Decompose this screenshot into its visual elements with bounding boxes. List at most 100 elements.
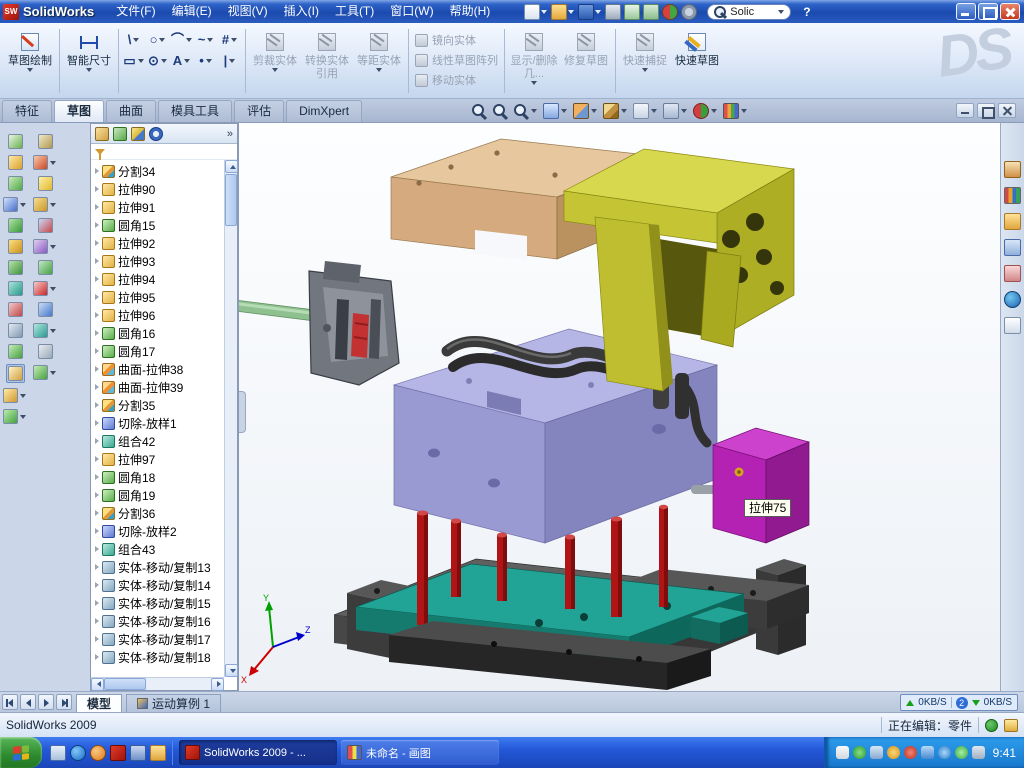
feature-tree-item[interactable]: 实体-移动/复制13 (91, 558, 237, 576)
gold-clamp-button[interactable] (32, 196, 58, 213)
move-entities-button[interactable]: 移动实体 (412, 70, 501, 90)
feature-tree-item[interactable]: 圆角15 (91, 216, 237, 234)
dropdown-arrow-icon[interactable] (651, 109, 657, 113)
feature-tree-item[interactable]: 分割34 (91, 162, 237, 180)
feature-tree-item[interactable]: 拉伸96 (91, 306, 237, 324)
offset-entities-button[interactable]: 等距实体 (353, 27, 405, 95)
appearances-scenes-icon[interactable] (1004, 291, 1021, 308)
yellow-arrows-button[interactable] (37, 175, 54, 192)
dropdown-arrow-icon[interactable] (207, 38, 213, 42)
feature-tree-item[interactable]: 曲面-拉伸38 (91, 360, 237, 378)
tab-评估[interactable]: 评估 (234, 100, 284, 122)
messenger-icon[interactable] (955, 746, 968, 759)
model-tab-1[interactable]: 模型 (76, 694, 122, 713)
scroll-down-button[interactable] (225, 664, 238, 677)
tree-vertical-scrollbar[interactable] (224, 160, 237, 677)
teal-cross-button[interactable] (7, 280, 24, 297)
custom-properties-icon[interactable] (1004, 317, 1021, 334)
prev-tab-button[interactable] (20, 694, 36, 710)
feature-tree-item[interactable]: 组合42 (91, 432, 237, 450)
my-computer-icon[interactable] (130, 745, 146, 761)
feature-tree-item[interactable]: 圆角16 (91, 324, 237, 342)
dropdown-arrow-icon[interactable] (50, 329, 56, 333)
section-view-button[interactable] (572, 102, 599, 120)
zoom-button[interactable] (512, 102, 539, 120)
titlebar-new-document-button[interactable] (524, 4, 548, 20)
gray-pencil-button[interactable] (37, 343, 54, 360)
display-style-button[interactable] (632, 102, 659, 120)
mirror-entities-button[interactable]: 镜向实体 (412, 30, 501, 50)
feature-tree-item[interactable]: 拉伸97 (91, 450, 237, 468)
zoom-fit-button[interactable] (470, 102, 488, 120)
dropdown-arrow-icon[interactable] (27, 68, 33, 72)
expand-arrow-icon[interactable] (95, 600, 99, 606)
line-button[interactable]: \ (122, 29, 146, 50)
rectangle-button[interactable]: ▭ (122, 50, 146, 71)
dropdown-arrow-icon[interactable] (376, 68, 382, 72)
sketch-pencil-button[interactable] (6, 364, 25, 383)
tab-DimXpert[interactable]: DimXpert (286, 100, 362, 122)
menu-item[interactable]: 文件(F) (108, 0, 163, 23)
zoom-area-button[interactable] (491, 102, 509, 120)
expand-arrow-icon[interactable] (95, 510, 99, 516)
red-gold-block-button[interactable] (32, 154, 58, 171)
part-document-button[interactable] (7, 133, 24, 150)
expand-arrow-icon[interactable] (95, 222, 99, 228)
model-tab-2[interactable]: 运动算例 1 (126, 694, 221, 713)
ellipse-button[interactable]: ⊙ (146, 50, 170, 71)
feature-tree-item[interactable]: 实体-移动/复制18 (91, 648, 237, 666)
menu-item[interactable]: 插入(I) (276, 0, 327, 23)
edit-appearance-button[interactable] (692, 102, 719, 120)
smart-dimension-button[interactable]: 智能尺寸 (63, 27, 115, 95)
graphics-icon[interactable] (853, 746, 866, 759)
home-icon[interactable] (1004, 161, 1021, 178)
feature-tree-item[interactable]: 实体-移动/复制15 (91, 594, 237, 612)
solidworks-icon[interactable] (110, 745, 126, 761)
solidworks-search-icon[interactable] (1004, 239, 1021, 256)
document-minimize-button[interactable] (956, 103, 974, 118)
tree-horizontal-scrollbar[interactable] (91, 677, 224, 690)
configuration-manager-icon[interactable] (131, 127, 145, 141)
titlebar-options-button[interactable] (681, 4, 697, 20)
tab-曲面[interactable]: 曲面 (106, 100, 156, 122)
dropdown-arrow-icon[interactable] (642, 68, 648, 72)
datum-target-button[interactable] (37, 217, 54, 234)
dropdown-arrow-icon[interactable] (161, 59, 167, 63)
expand-arrow-icon[interactable] (95, 438, 99, 444)
menu-item[interactable]: 工具(T) (327, 0, 382, 23)
expand-arrow-icon[interactable] (95, 312, 99, 318)
green-assembly-button[interactable] (7, 217, 24, 234)
dropdown-arrow-icon[interactable] (20, 203, 26, 207)
blue-pattern-button[interactable] (37, 301, 54, 318)
sketch-button[interactable]: 草图绘制 (4, 27, 56, 95)
usb-icon[interactable] (972, 746, 985, 759)
dropdown-arrow-icon[interactable] (159, 38, 165, 42)
menu-item[interactable]: 视图(V) (220, 0, 276, 23)
menu-item[interactable]: 帮助(H) (442, 0, 499, 23)
last-tab-button[interactable] (56, 694, 72, 710)
feature-tree-item[interactable]: 组合43 (91, 540, 237, 558)
help-button[interactable]: ? (803, 5, 810, 19)
feature-tree-item[interactable]: 拉伸92 (91, 234, 237, 252)
safety-center-icon[interactable] (887, 746, 900, 759)
dropdown-arrow-icon[interactable] (541, 10, 547, 14)
previous-view-button[interactable] (542, 102, 569, 120)
feature-tree-item[interactable]: 拉伸95 (91, 288, 237, 306)
scroll-right-button[interactable] (211, 678, 224, 691)
next-tab-button[interactable] (38, 694, 54, 710)
apply-scene-button[interactable] (722, 102, 749, 120)
expand-arrow-icon[interactable] (95, 546, 99, 552)
feature-tree-item[interactable]: 实体-移动/复制14 (91, 576, 237, 594)
menu-item[interactable]: 窗口(W) (382, 0, 441, 23)
dropdown-arrow-icon[interactable] (50, 203, 56, 207)
help-status-icon[interactable] (985, 719, 998, 732)
scroll-left-button[interactable] (91, 678, 104, 691)
gold-bracket-button[interactable] (7, 238, 24, 255)
design-library-icon[interactable] (1004, 187, 1021, 204)
dropdown-arrow-icon[interactable] (531, 109, 537, 113)
titlebar-redo-button[interactable] (643, 4, 659, 20)
annotation-status-icon[interactable] (1004, 719, 1018, 732)
feature-manager-icon[interactable] (95, 127, 109, 141)
dropdown-arrow-icon[interactable] (711, 109, 717, 113)
expand-arrow-icon[interactable] (95, 402, 99, 408)
